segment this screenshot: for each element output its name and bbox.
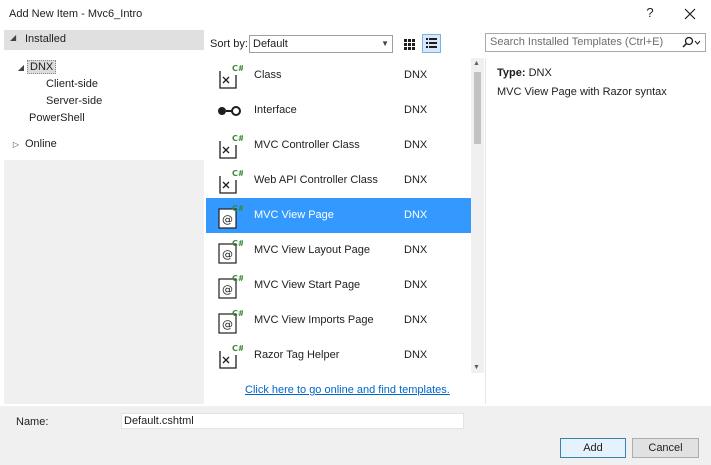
template-name: Class	[254, 69, 282, 81]
sort-dropdown[interactable]: Default ▼	[249, 35, 393, 53]
collapsed-arrow-icon: ▷	[12, 140, 20, 149]
close-icon	[684, 8, 696, 20]
online-link-area: Click here to go online and find templat…	[206, 373, 484, 404]
search-icon[interactable]	[678, 35, 702, 51]
tree-label-installed: Installed	[25, 33, 66, 45]
expanded-arrow-icon: ◢	[10, 33, 17, 42]
search-input[interactable]: Search Installed Templates (Ctrl+E)	[485, 33, 706, 52]
template-category: DNX	[404, 314, 428, 326]
template-category: DNX	[404, 279, 428, 291]
template-item-interface[interactable]: Interface DNX	[206, 93, 471, 128]
tree-node-powershell[interactable]: PowerShell	[29, 110, 85, 127]
find-templates-online-link[interactable]: Click here to go online and find templat…	[245, 384, 450, 396]
csharp-class-icon: C#	[219, 344, 243, 369]
svg-text:@: @	[222, 318, 233, 331]
footer-bar: Name: Add Cancel	[0, 406, 711, 465]
tree-node-installed[interactable]: ◢ Installed	[4, 30, 204, 50]
svg-text:@: @	[222, 283, 233, 296]
sort-value: Default	[253, 38, 288, 50]
details-type-label: Type:	[497, 67, 526, 79]
svg-text:C#: C#	[232, 204, 243, 213]
svg-text:C#: C#	[232, 64, 243, 73]
template-item-mvc-view-imports-page[interactable]: @ C# MVC View Imports Page DNX	[206, 303, 471, 338]
name-label: Name:	[16, 416, 49, 428]
search-placeholder: Search Installed Templates (Ctrl+E)	[490, 36, 664, 48]
help-button[interactable]: ?	[640, 5, 660, 23]
svg-text:C#: C#	[232, 169, 243, 178]
list-view-button[interactable]	[422, 34, 441, 53]
template-item-class[interactable]: C# Class DNX	[206, 58, 471, 93]
tree-node-dnx[interactable]: ◢ DNX	[15, 59, 57, 76]
tree-label-dnx: DNX	[27, 60, 57, 74]
template-name: MVC View Imports Page	[254, 314, 374, 326]
details-type-value: DNX	[528, 67, 552, 79]
window-title: Add New Item - Mvc6_Intro	[9, 8, 143, 20]
template-name: MVC Controller Class	[254, 139, 360, 151]
razor-page-icon: @ C#	[218, 239, 243, 264]
medium-icons-view-icon[interactable]	[400, 35, 418, 53]
svg-text:C#: C#	[232, 134, 243, 143]
template-item-mvc-view-start-page[interactable]: @ C# MVC View Start Page DNX	[206, 268, 471, 303]
template-item-mvc-view-layout-page[interactable]: @ C# MVC View Layout Page DNX	[206, 233, 471, 268]
template-list-scrollbar[interactable]: ▲ ▼	[471, 58, 484, 373]
scroll-down-arrow-icon[interactable]: ▼	[473, 364, 480, 371]
template-name: MVC View Page	[254, 209, 334, 221]
tree-node-server-side[interactable]: Server-side	[46, 93, 102, 110]
template-name: MVC View Layout Page	[254, 244, 370, 256]
scrollbar-thumb[interactable]	[474, 72, 481, 144]
close-button[interactable]	[680, 4, 700, 24]
svg-text:@: @	[222, 248, 233, 261]
details-description: MVC View Page with Razor syntax	[497, 86, 667, 98]
csharp-class-icon: C#	[219, 64, 243, 89]
details-pane: Type: DNX MVC View Page with Razor synta…	[486, 58, 711, 404]
interface-icon	[218, 106, 241, 116]
template-category: DNX	[404, 69, 428, 81]
razor-page-icon: @ C#	[218, 204, 243, 229]
svg-text:C#: C#	[232, 274, 243, 283]
add-button[interactable]: Add	[560, 438, 626, 458]
template-category: DNX	[404, 244, 428, 256]
template-item-web-api-controller-class[interactable]: C# Web API Controller Class DNX	[206, 163, 471, 198]
name-field[interactable]	[121, 413, 464, 429]
template-category: DNX	[404, 349, 428, 361]
template-category: DNX	[404, 104, 428, 116]
details-type: Type: DNX	[497, 67, 552, 79]
template-list: C# Class DNX Interface DNX C# MVC Contro…	[206, 58, 471, 373]
svg-text:C#: C#	[232, 344, 243, 353]
template-category: DNX	[404, 139, 428, 151]
template-item-mvc-controller-class[interactable]: C# MVC Controller Class DNX	[206, 128, 471, 163]
template-item-razor-tag-helper[interactable]: C# Razor Tag Helper DNX	[206, 338, 471, 373]
title-bar: Add New Item - Mvc6_Intro ?	[0, 0, 711, 28]
cancel-button[interactable]: Cancel	[632, 438, 699, 458]
list-view-icon	[426, 38, 437, 48]
csharp-class-icon: C#	[219, 169, 243, 194]
template-name: Web API Controller Class	[254, 174, 378, 186]
razor-page-icon: @ C#	[218, 309, 243, 334]
svg-text:C#: C#	[232, 239, 243, 248]
tree-label-online: Online	[25, 138, 57, 150]
sort-toolbar: Sort by: Default ▼	[206, 30, 476, 56]
chevron-down-icon: ▼	[381, 39, 389, 48]
tree-node-online[interactable]: ▷ Online	[10, 136, 57, 153]
svg-text:@: @	[222, 213, 233, 226]
csharp-class-icon: C#	[219, 134, 243, 159]
template-category: DNX	[404, 174, 428, 186]
template-name: Razor Tag Helper	[254, 349, 340, 361]
category-tree: ◢ Installed ◢ DNX Client-side Server-side…	[4, 30, 204, 404]
tree-node-client-side[interactable]: Client-side	[46, 76, 98, 93]
template-name: MVC View Start Page	[254, 279, 361, 291]
sort-label: Sort by:	[210, 38, 248, 50]
scroll-up-arrow-icon[interactable]: ▲	[473, 60, 480, 67]
svg-text:C#: C#	[232, 309, 243, 318]
template-category: DNX	[404, 209, 428, 221]
template-item-mvc-view-page[interactable]: @ C# MVC View Page DNX	[206, 198, 471, 233]
template-name: Interface	[254, 104, 297, 116]
razor-page-icon: @ C#	[218, 274, 243, 299]
expanded-arrow-icon: ◢	[17, 63, 25, 72]
